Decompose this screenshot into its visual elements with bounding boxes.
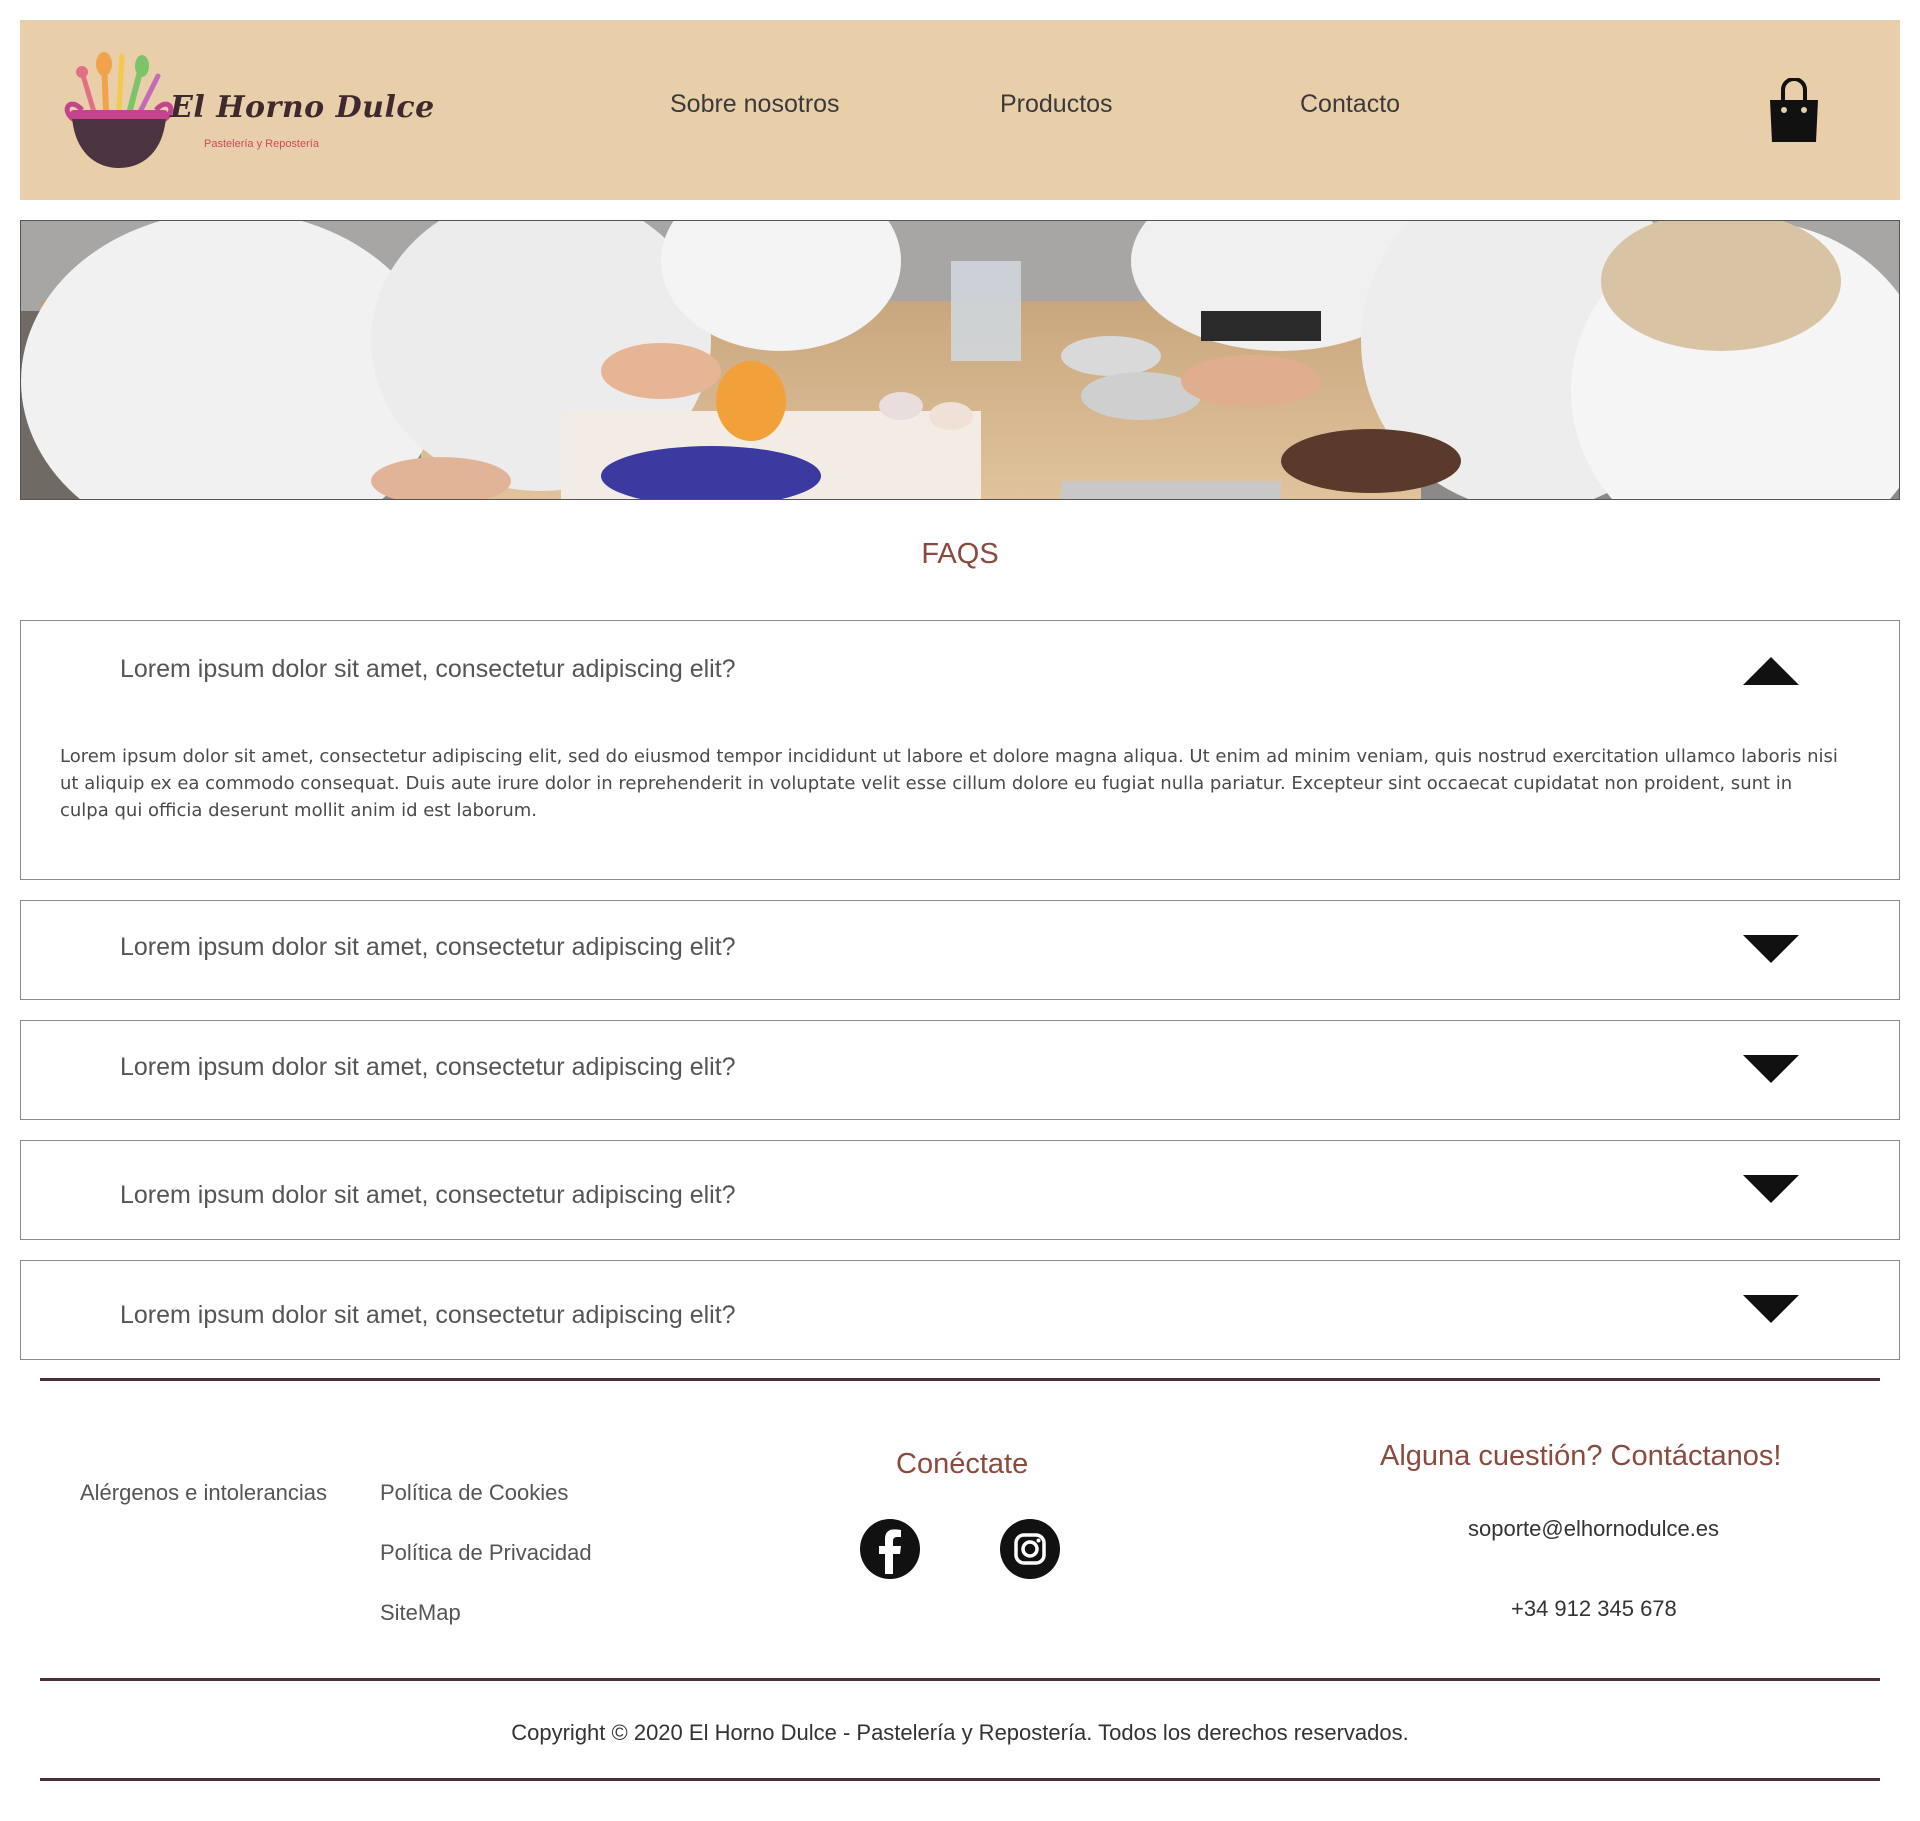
footer-divider-top [40, 1378, 1880, 1381]
contact-email[interactable]: soporte@elhornodulce.es [1468, 1516, 1719, 1542]
facebook-icon[interactable] [859, 1518, 921, 1580]
pastry-class-photo [21, 221, 1899, 499]
footer-link-cookies[interactable]: Política de Cookies [380, 1480, 568, 1506]
contact-heading: Alguna cuestión? Contáctanos! [1380, 1440, 1782, 1472]
faq-answer: Lorem ipsum dolor sit amet, consectetur … [60, 746, 1838, 821]
footer-divider-middle [40, 1678, 1880, 1681]
connect-heading: Conéctate [896, 1448, 1029, 1480]
chevron-down-icon[interactable] [1741, 933, 1801, 967]
footer-link-sitemap[interactable]: SiteMap [380, 1600, 461, 1626]
faq-item: Lorem ipsum dolor sit amet, consectetur … [20, 1020, 1900, 1120]
faq-question[interactable]: Lorem ipsum dolor sit amet, consectetur … [120, 655, 736, 684]
faq-item: Lorem ipsum dolor sit amet, consectetur … [20, 620, 1900, 880]
hero-image [20, 220, 1900, 500]
faq-question[interactable]: Lorem ipsum dolor sit amet, consectetur … [120, 1053, 736, 1082]
chevron-down-icon[interactable] [1741, 1293, 1801, 1327]
instagram-icon[interactable] [999, 1518, 1061, 1580]
shopping-bag-icon[interactable] [1764, 78, 1824, 144]
footer-divider-bottom [40, 1778, 1880, 1781]
brand-logo[interactable]: El Horno Dulce Pastelería y Repostería [64, 50, 434, 180]
faq-question[interactable]: Lorem ipsum dolor sit amet, consectetur … [120, 1181, 736, 1210]
faq-item: Lorem ipsum dolor sit amet, consectetur … [20, 900, 1900, 1000]
faq-title: FAQS [921, 538, 999, 570]
chevron-down-icon[interactable] [1741, 1173, 1801, 1207]
chevron-down-icon[interactable] [1741, 1053, 1801, 1087]
nav-sobre-nosotros[interactable]: Sobre nosotros [670, 90, 840, 119]
footer-link-alergenos[interactable]: Alérgenos e intolerancias [80, 1480, 327, 1506]
brand-name: El Horno Dulce [170, 90, 435, 125]
footer-link-privacidad[interactable]: Política de Privacidad [380, 1540, 592, 1566]
faq-question[interactable]: Lorem ipsum dolor sit amet, consectetur … [120, 933, 736, 962]
faq-item: Lorem ipsum dolor sit amet, consectetur … [20, 1260, 1900, 1360]
copyright-text: Copyright © 2020 El Horno Dulce - Pastel… [511, 1720, 1409, 1745]
contact-phone[interactable]: +34 912 345 678 [1511, 1596, 1677, 1622]
faq-item: Lorem ipsum dolor sit amet, consectetur … [20, 1140, 1900, 1240]
faq-question[interactable]: Lorem ipsum dolor sit amet, consectetur … [120, 1301, 736, 1330]
nav-productos[interactable]: Productos [1000, 90, 1113, 119]
brand-tagline: Pastelería y Repostería [204, 138, 319, 150]
nav-contacto[interactable]: Contacto [1300, 90, 1400, 119]
chevron-up-icon[interactable] [1741, 655, 1801, 689]
logo-bowl-icon [64, 52, 174, 168]
site-header: El Horno Dulce Pastelería y Repostería S… [20, 20, 1900, 200]
